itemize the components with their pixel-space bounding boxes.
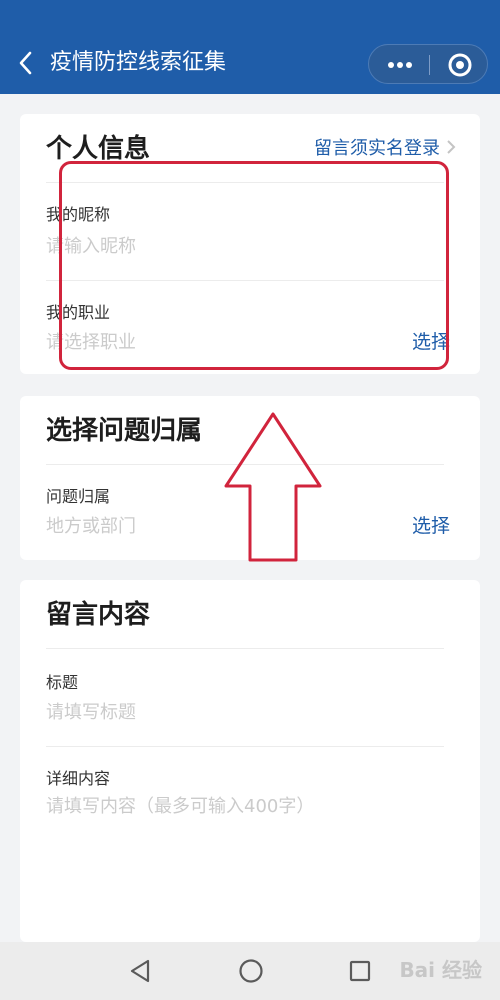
message-content-card: 留言内容 标题 请填写标题 详细内容 请填写内容（最多可输入400字）	[20, 580, 480, 942]
problem-ownership-title: 选择问题归属	[46, 416, 203, 446]
back-arrow-icon[interactable]	[14, 48, 38, 78]
real-name-login-label: 留言须实名登录	[314, 138, 440, 159]
divider	[46, 746, 444, 747]
nav-back-triangle-icon[interactable]	[128, 958, 152, 984]
message-detail-label: 详细内容	[46, 769, 111, 788]
top-navigation-bar: 疫情防控线索征集	[0, 0, 500, 94]
red-up-arrow-annotation	[224, 412, 322, 562]
real-name-login-link[interactable]: 留言须实名登录	[314, 136, 456, 162]
close-circle-icon[interactable]	[447, 52, 473, 78]
message-content-title: 留言内容	[46, 600, 151, 630]
highlight-box	[59, 161, 449, 370]
problem-ownership-label: 问题归属	[46, 487, 111, 506]
mini-program-capsule	[368, 44, 488, 84]
divider	[46, 648, 444, 649]
message-detail-textarea[interactable]: 请填写内容（最多可输入400字）	[46, 794, 314, 820]
system-navigation-bar: Bai 经验	[0, 942, 500, 1000]
chevron-right-icon	[447, 140, 456, 154]
problem-ownership-select-button[interactable]: 选择	[412, 513, 450, 539]
capsule-divider	[429, 55, 430, 75]
nav-home-circle-icon[interactable]	[238, 958, 264, 984]
more-dots-icon[interactable]	[387, 56, 413, 74]
page-title: 疫情防控线索征集	[50, 50, 227, 75]
problem-ownership-input[interactable]: 地方或部门	[46, 514, 136, 540]
baidu-jingyan-watermark: Bai 经验	[399, 958, 482, 982]
nav-recent-square-icon[interactable]	[348, 959, 372, 983]
message-title-label: 标题	[46, 673, 79, 692]
message-title-input[interactable]: 请填写标题	[46, 700, 136, 726]
